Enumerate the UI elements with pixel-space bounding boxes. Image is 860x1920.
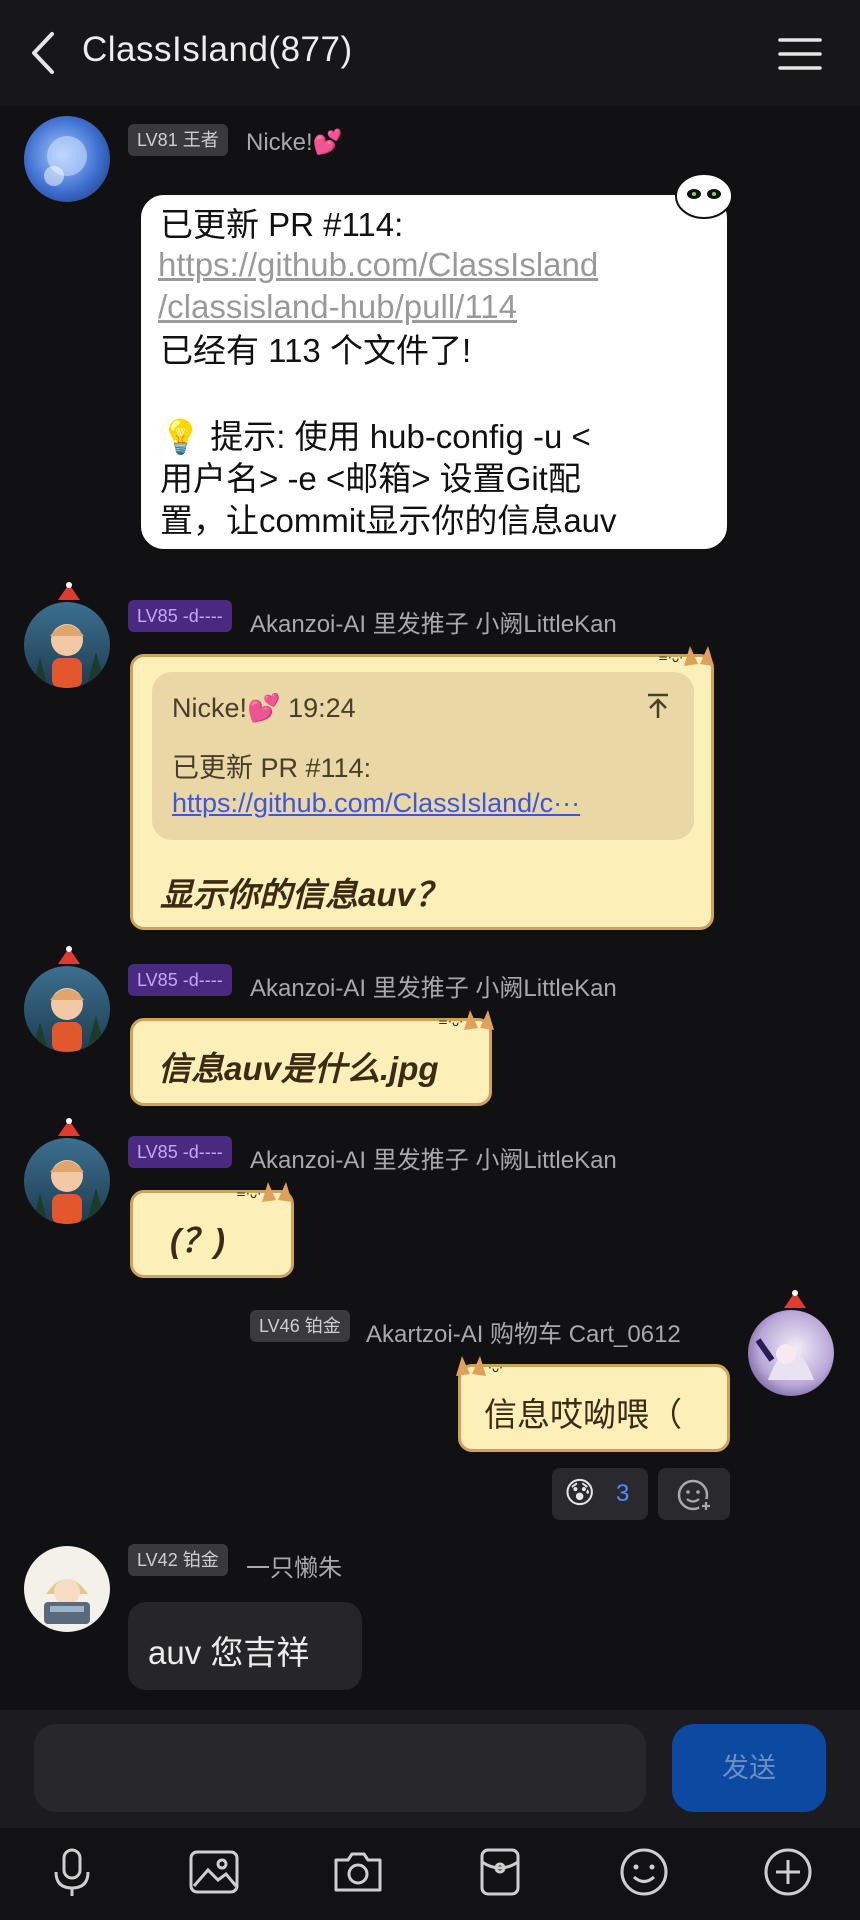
add-emoji-icon	[677, 1479, 713, 1513]
hat-icon	[784, 1290, 806, 1308]
message-link[interactable]: https://github.com/ClassIsland	[158, 246, 598, 284]
message-text: 显示你的信息auv？	[160, 876, 448, 913]
jump-to-quote-icon[interactable]	[642, 690, 674, 722]
sender-name[interactable]: 一只懒朱	[246, 1548, 342, 1583]
quote-link[interactable]: https://github.com/ClassIsland/c···	[172, 788, 580, 819]
level-badge: LV42 铂金	[128, 1544, 228, 1576]
reaction-chip[interactable]: 😰 3	[552, 1468, 648, 1520]
hat-icon	[58, 946, 80, 964]
message-text: 已更新 PR #114:	[160, 206, 404, 243]
cat-ears-icon: =·ᴗ·	[236, 1182, 292, 1202]
quote-text: 已更新 PR #114:	[172, 753, 372, 783]
header-bar: ClassIsland(877)	[0, 0, 860, 106]
plus-icon[interactable]	[760, 1844, 816, 1900]
ghost-sticker-icon	[675, 173, 733, 219]
message-text: 💡 提示: 使用 hub-config -u <	[160, 418, 591, 455]
message-text: (？)	[170, 1222, 225, 1259]
avatar[interactable]	[24, 1138, 110, 1224]
add-reaction-button[interactable]	[658, 1468, 730, 1520]
avatar[interactable]	[24, 602, 110, 688]
message-input[interactable]	[34, 1724, 646, 1812]
svg-text:·ᴗ·: ·ᴗ·	[488, 1361, 503, 1375]
sender-name[interactable]: Akanzoi-AI 里发推子 小阙LittleKan	[250, 1140, 617, 1175]
reaction-count: 3	[616, 1480, 630, 1507]
level-badge: LV85 -d----	[128, 1136, 232, 1168]
level-badge: LV46 铂金	[250, 1310, 350, 1342]
message-text: auv 您吉祥	[148, 1634, 310, 1671]
red-packet-icon[interactable]	[472, 1844, 528, 1900]
hat-icon	[58, 582, 80, 600]
reaction-emoji: 😰	[564, 1477, 596, 1510]
microphone-icon[interactable]	[44, 1844, 100, 1900]
sender-name[interactable]: Akartzoi-AI 购物车 Cart_0612	[366, 1314, 681, 1349]
cat-ears-icon: =·ᴗ·	[658, 646, 714, 666]
message-text: 已经有 113 个文件了!	[160, 332, 472, 369]
quote-author: Nicke!💕 19:24	[172, 693, 356, 723]
message-text: 信息auv是什么.jpg	[158, 1050, 439, 1087]
sender-name[interactable]: Nicke!💕	[246, 128, 343, 157]
message-link[interactable]: /classisland-hub/pull/114	[158, 288, 517, 326]
chat-title: ClassIsland(877)	[82, 30, 353, 69]
level-badge: LV81 王者	[128, 124, 228, 156]
menu-icon[interactable]	[776, 30, 824, 78]
avatar[interactable]	[24, 1546, 110, 1632]
sender-name[interactable]: Akanzoi-AI 里发推子 小阙LittleKan	[250, 604, 617, 639]
level-badge: LV85 -d----	[128, 964, 232, 996]
cat-ears-icon: ·ᴗ·	[456, 1356, 503, 1376]
message-text: 置，让commit显示你的信息auv	[160, 502, 617, 539]
send-button[interactable]: 发送	[672, 1724, 826, 1812]
back-arrow-icon[interactable]	[22, 26, 72, 80]
bottom-toolbar	[0, 1828, 860, 1920]
avatar[interactable]	[24, 116, 110, 202]
hat-icon	[58, 1118, 80, 1136]
level-badge: LV85 -d----	[128, 600, 232, 632]
svg-text:=·ᴗ·: =·ᴗ·	[236, 1187, 261, 1201]
sender-name[interactable]: Akanzoi-AI 里发推子 小阙LittleKan	[250, 968, 617, 1003]
message-text: 信息哎呦喂（	[484, 1396, 682, 1433]
message-bubble[interactable]: auv 您吉祥	[128, 1602, 362, 1690]
camera-icon[interactable]	[330, 1844, 386, 1900]
message-list[interactable]: LV81 王者 Nicke!💕 已更新 PR #114: https://git…	[0, 106, 860, 1710]
avatar[interactable]	[748, 1310, 834, 1396]
emoji-icon[interactable]	[616, 1844, 672, 1900]
svg-text:=·ᴗ·: =·ᴗ·	[658, 651, 683, 665]
avatar[interactable]	[24, 966, 110, 1052]
svg-text:=·ᴗ·: =·ᴗ·	[438, 1015, 463, 1029]
message-text: 用户名> -e <邮箱> 设置Git配	[160, 460, 581, 497]
image-icon[interactable]	[186, 1844, 242, 1900]
cat-ears-icon: =·ᴗ·	[438, 1010, 494, 1030]
